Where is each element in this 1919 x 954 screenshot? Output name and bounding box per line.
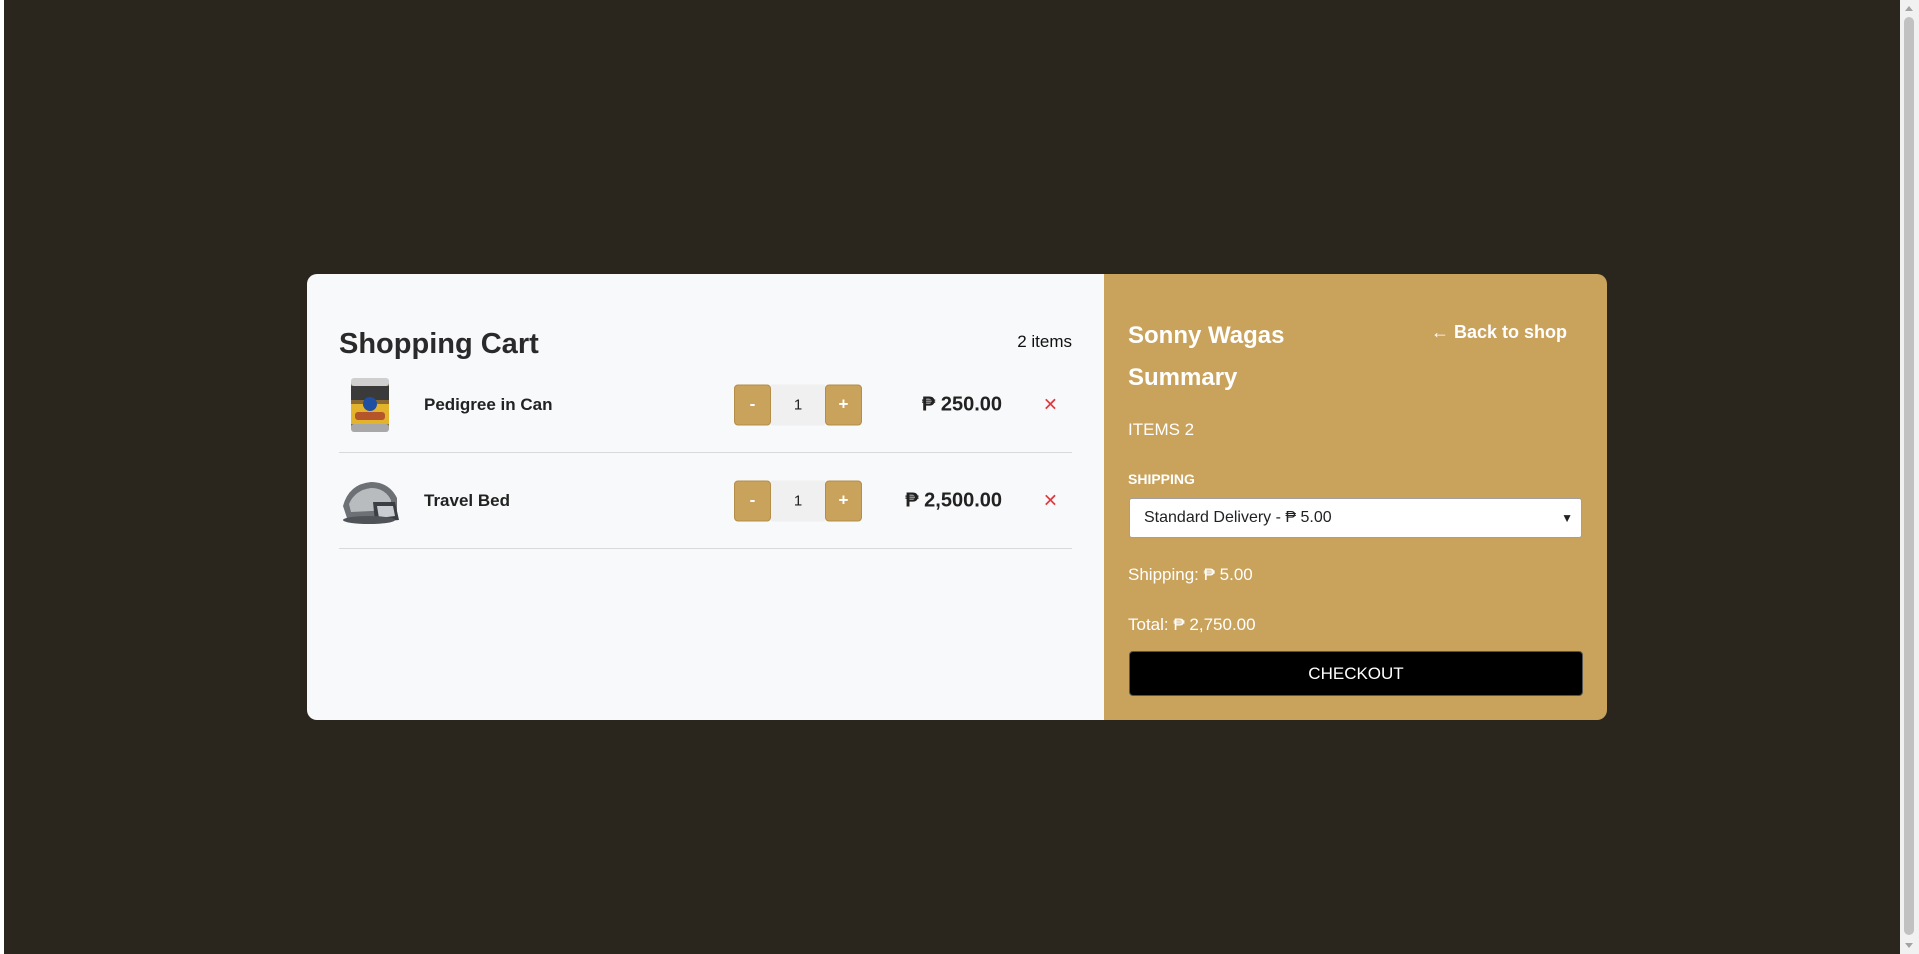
decrement-button[interactable]: -	[734, 480, 771, 521]
scroll-up-icon[interactable]	[1905, 6, 1913, 11]
brand-name: Sonny Wagas	[1128, 322, 1285, 349]
shipping-amount: Shipping: ₱ 5.00	[1128, 565, 1253, 584]
remove-item-icon[interactable]: ✕	[1043, 490, 1058, 511]
item-name: Pedigree in Can	[424, 394, 553, 414]
back-to-shop-link[interactable]: ← Back to shop	[1431, 322, 1567, 343]
shipping-label: SHIPPING	[1128, 471, 1195, 487]
item-price: ₱ 250.00	[921, 393, 1002, 415]
shipping-select[interactable]: Standard Delivery - ₱ 5.00 ▼	[1129, 498, 1582, 538]
increment-button[interactable]: +	[825, 384, 862, 425]
scroll-down-icon[interactable]	[1905, 943, 1913, 948]
quantity-value[interactable]: 1	[771, 480, 825, 521]
chevron-down-icon: ▼	[1561, 511, 1573, 525]
summary-panel: Sonny Wagas ← Back to shop Summary ITEMS…	[1104, 274, 1607, 720]
quantity-stepper: - 1 +	[734, 480, 862, 521]
decrement-button[interactable]: -	[734, 384, 771, 425]
items-total-count: ITEMS 2	[1128, 420, 1195, 439]
item-count: 2 items	[1017, 332, 1072, 351]
pet-travel-bed-image	[343, 481, 399, 524]
cart-item: Pedigree in Can - 1 + ₱ 250.00 ✕	[339, 357, 1072, 453]
scrollbar[interactable]	[1900, 0, 1919, 954]
checkout-button[interactable]: CHECKOUT	[1129, 651, 1583, 696]
quantity-value[interactable]: 1	[771, 384, 825, 425]
cart-panel: Shopping Cart 2 items Pedigree in Can - …	[307, 274, 1104, 720]
shipping-selected-option: Standard Delivery - ₱ 5.00	[1144, 509, 1332, 526]
cart-card: Shopping Cart 2 items Pedigree in Can - …	[307, 274, 1607, 720]
increment-button[interactable]: +	[825, 480, 862, 521]
order-total: Total: ₱ 2,750.00	[1128, 615, 1256, 634]
item-price: ₱ 2,500.00	[905, 489, 1002, 511]
cart-item: Travel Bed - 1 + ₱ 2,500.00 ✕	[339, 453, 1072, 549]
pet-food-can-image	[351, 377, 389, 432]
summary-title: Summary	[1128, 364, 1238, 391]
item-name: Travel Bed	[424, 490, 510, 510]
page-background: Shopping Cart 2 items Pedigree in Can - …	[4, 0, 1900, 954]
scroll-thumb[interactable]	[1904, 17, 1914, 935]
quantity-stepper: - 1 +	[734, 384, 862, 425]
remove-item-icon[interactable]: ✕	[1043, 394, 1058, 415]
